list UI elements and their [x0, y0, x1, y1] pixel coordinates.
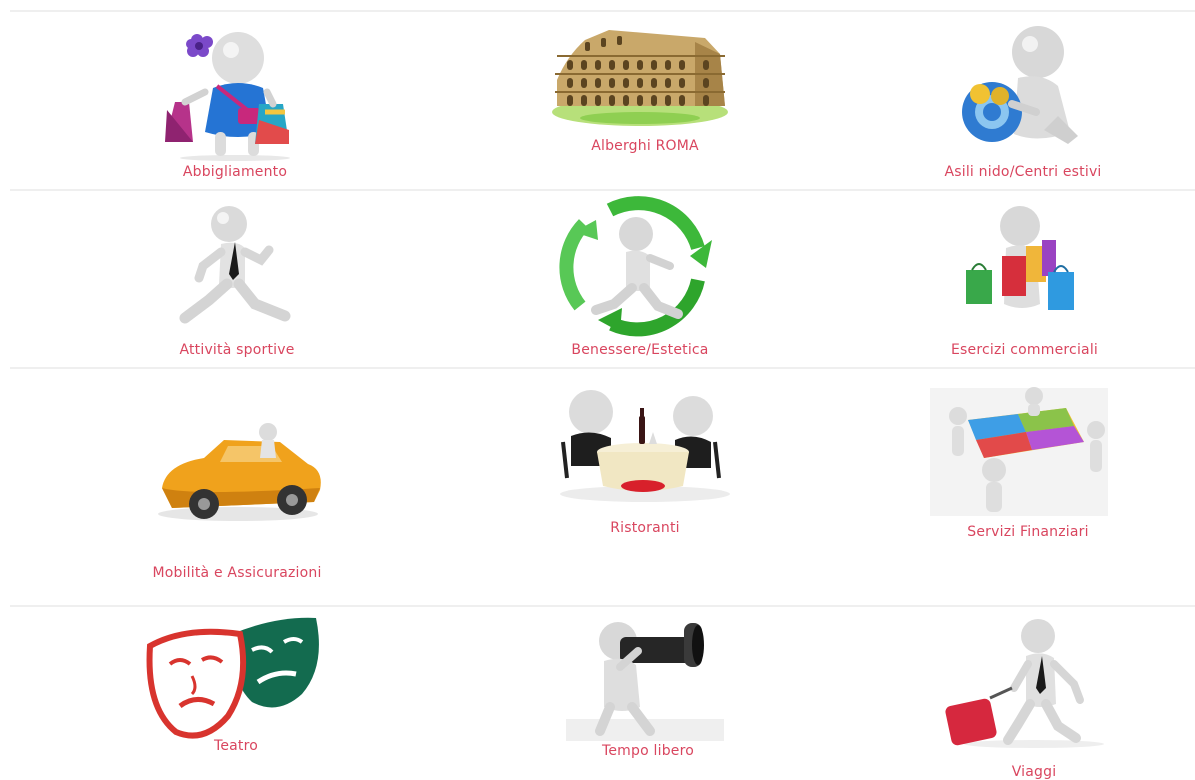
restaurant-table-icon: [560, 390, 730, 502]
category-alberghi-roma[interactable]: Alberghi ROMA: [545, 20, 745, 165]
recycle-runner-icon: [559, 196, 712, 337]
category-ristoranti[interactable]: Ristoranti: [545, 382, 745, 542]
category-grid: Abbigliamento Alberghi ROMA Asili nido/C…: [0, 0, 1195, 780]
divider: [10, 189, 1195, 191]
shopping-girl-icon: [165, 32, 290, 161]
running-man-icon: [179, 206, 291, 324]
category-label: Abbigliamento: [182, 164, 288, 180]
category-attivita-sportive[interactable]: Attività sportive: [137, 200, 337, 362]
theatre-masks-icon: [146, 617, 319, 739]
category-abbigliamento[interactable]: Abbigliamento: [135, 20, 335, 185]
category-label: Teatro: [213, 738, 259, 754]
category-label: Attività sportive: [179, 342, 295, 358]
category-esercizi-commerciali[interactable]: Esercizi commerciali: [922, 200, 1127, 362]
category-label: Esercizi commerciali: [950, 342, 1099, 358]
shopping-bags-icon: [966, 206, 1074, 310]
puzzle-team-icon: [930, 387, 1108, 516]
category-servizi-finanziari[interactable]: Servizi Finanziari: [928, 386, 1128, 546]
category-label: Asili nido/Centri estivi: [944, 164, 1102, 180]
category-mobilita[interactable]: Mobilità e Assicurazioni: [132, 418, 342, 586]
category-tempo-libero[interactable]: Tempo libero: [558, 615, 738, 763]
category-asili-nido[interactable]: Asili nido/Centri estivi: [918, 20, 1128, 185]
category-label: Alberghi ROMA: [591, 138, 699, 154]
car-icon: [158, 423, 321, 521]
category-label: Tempo libero: [601, 743, 695, 759]
divider: [10, 367, 1195, 369]
binoculars-icon: [566, 622, 724, 741]
traveler-suitcase-icon: [945, 619, 1104, 748]
child-toy-icon: [962, 26, 1078, 144]
category-label: Mobilità e Assicurazioni: [152, 565, 322, 581]
category-label: Servizi Finanziari: [967, 524, 1089, 540]
category-teatro[interactable]: Teatro: [136, 612, 336, 762]
colosseum-icon: [552, 30, 728, 126]
category-label: Benessere/Estetica: [571, 342, 709, 358]
category-viaggi[interactable]: Viaggi: [934, 618, 1134, 780]
divider: [10, 10, 1195, 12]
category-benessere-estetica[interactable]: Benessere/Estetica: [540, 196, 740, 362]
divider: [10, 605, 1195, 607]
category-label: Viaggi: [1011, 764, 1057, 780]
category-label: Ristoranti: [610, 520, 680, 536]
